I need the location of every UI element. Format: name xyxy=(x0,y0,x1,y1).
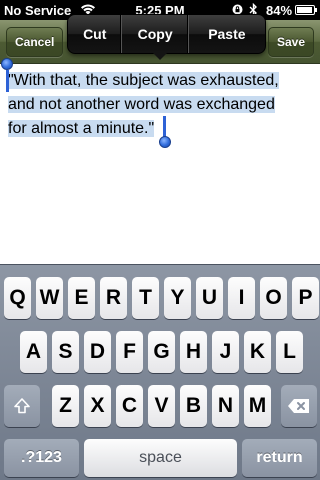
text-line: for almost a minute." xyxy=(8,120,155,137)
space-key[interactable]: space xyxy=(84,439,237,477)
edit-menu: Cut Copy Paste xyxy=(67,14,266,60)
text-editor[interactable]: "With that, the subject was exhausted, a… xyxy=(0,58,320,264)
keyboard: Q W E R T Y U I O P A S D F G H J K L Z … xyxy=(0,264,320,480)
battery-icon xyxy=(295,5,317,15)
key-x[interactable]: X xyxy=(84,385,111,427)
key-s[interactable]: S xyxy=(52,331,79,373)
key-w[interactable]: W xyxy=(36,277,63,319)
key-a[interactable]: A xyxy=(20,331,47,373)
key-y[interactable]: Y xyxy=(164,277,191,319)
key-n[interactable]: N xyxy=(212,385,239,427)
key-m[interactable]: M xyxy=(244,385,271,427)
key-r[interactable]: R xyxy=(100,277,127,319)
text-line: and not another word was exchanged xyxy=(8,96,275,113)
delete-key[interactable] xyxy=(281,385,317,427)
battery-percent: 84% xyxy=(266,3,293,18)
key-p[interactable]: P xyxy=(292,277,319,319)
key-k[interactable]: K xyxy=(244,331,271,373)
key-z[interactable]: Z xyxy=(52,385,79,427)
cancel-button[interactable]: Cancel xyxy=(6,27,63,57)
key-v[interactable]: V xyxy=(148,385,175,427)
key-t[interactable]: T xyxy=(132,277,159,319)
paste-menu-item[interactable]: Paste xyxy=(189,15,265,53)
selection-end-caret xyxy=(163,116,166,138)
backspace-icon xyxy=(288,399,309,413)
key-h[interactable]: H xyxy=(180,331,207,373)
key-c[interactable]: C xyxy=(116,385,143,427)
shift-key[interactable] xyxy=(4,385,40,427)
key-f[interactable]: F xyxy=(116,331,143,373)
selection-start-handle[interactable] xyxy=(1,58,13,70)
key-i[interactable]: I xyxy=(228,277,255,319)
shift-arrow-icon xyxy=(14,398,30,414)
key-u[interactable]: U xyxy=(196,277,223,319)
menu-pointer xyxy=(153,53,167,60)
numbers-key[interactable]: .?123 xyxy=(4,439,79,477)
selection-end-handle[interactable] xyxy=(159,136,171,148)
copy-menu-item[interactable]: Copy xyxy=(122,15,187,53)
cut-menu-item[interactable]: Cut xyxy=(68,15,121,53)
key-l[interactable]: L xyxy=(276,331,303,373)
key-e[interactable]: E xyxy=(68,277,95,319)
selection-start-caret xyxy=(6,70,9,92)
key-o[interactable]: O xyxy=(260,277,287,319)
key-g[interactable]: G xyxy=(148,331,175,373)
text-line: "With that, the subject was exhausted, xyxy=(8,72,279,89)
key-d[interactable]: D xyxy=(84,331,111,373)
selected-text[interactable]: "With that, the subject was exhausted, a… xyxy=(8,69,308,141)
key-q[interactable]: Q xyxy=(4,277,31,319)
return-key[interactable]: return xyxy=(242,439,317,477)
key-b[interactable]: B xyxy=(180,385,207,427)
key-j[interactable]: J xyxy=(212,331,239,373)
save-button[interactable]: Save xyxy=(268,27,314,57)
